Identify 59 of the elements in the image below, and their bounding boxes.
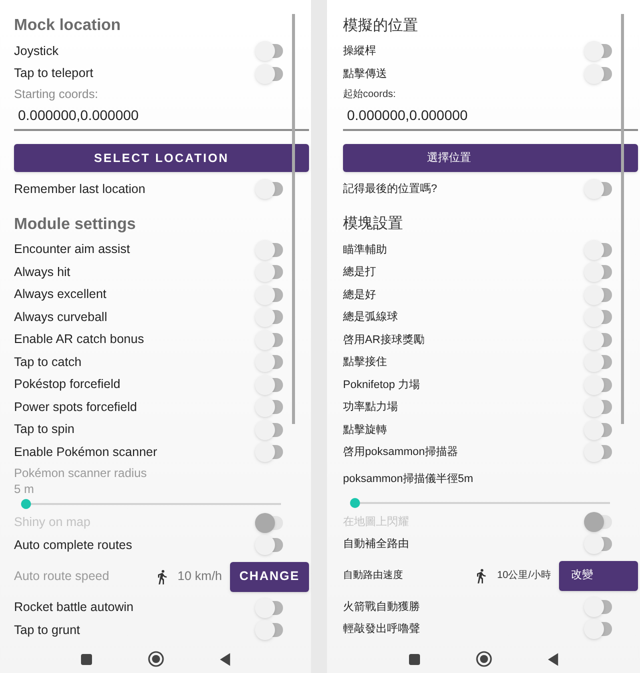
setting-label: 火箭戰自動獲勝: [343, 600, 420, 614]
section-header: 模擬的位置: [343, 16, 419, 36]
home-icon[interactable]: [148, 651, 164, 667]
setting-label: Tap to spin: [14, 421, 74, 438]
setting-label: 點擊傳送: [343, 66, 387, 82]
field-label: Starting coords:: [14, 86, 100, 103]
setting-label: 啓用AR接球獎勵: [343, 332, 424, 348]
change-button[interactable]: 改變: [559, 560, 638, 590]
back-icon[interactable]: [548, 652, 558, 666]
speed-value: 10 km/h: [178, 568, 222, 586]
setting-label: Enable AR catch bonus: [14, 331, 144, 348]
setting-label: 記得最後的位置嗎?: [343, 182, 438, 197]
select-location-button[interactable]: SELECT LOCATION: [14, 144, 309, 172]
setting-label: Auto complete routes: [14, 536, 132, 554]
back-icon[interactable]: [220, 652, 230, 666]
section-header: 模塊設置: [343, 214, 404, 234]
setting-label: Rocket battle autowin: [14, 599, 134, 616]
setting-label: 自動路由速度: [343, 568, 404, 583]
setting-label: 總是打: [343, 265, 376, 280]
setting-label: Joystick: [14, 42, 58, 60]
setting-label: Always excellent: [14, 286, 106, 304]
home-icon[interactable]: [476, 651, 492, 667]
slider-label: poksammon掃描儀半徑5m: [343, 472, 474, 487]
setting-label: 自動補全路由: [343, 537, 409, 552]
stop-icon[interactable]: [80, 654, 92, 664]
setting-label: Tap to catch: [14, 354, 82, 371]
setting-label: Power spots forcefield: [14, 398, 137, 416]
stop-icon[interactable]: [408, 654, 420, 664]
setting-label: Tap to teleport: [14, 65, 94, 82]
setting-label: 操縱桿: [343, 44, 376, 59]
setting-label: 點擊旋轉: [343, 422, 387, 438]
coords-field[interactable]: 0.000000,0.000000: [14, 103, 309, 131]
coords-field[interactable]: 0.000000,0.000000: [343, 103, 638, 131]
setting-label: 啓用poksammon掃描器: [343, 445, 458, 460]
slider-thumb[interactable]: [21, 498, 31, 508]
field-label: 起始coords:: [343, 88, 397, 102]
section-header: Module settings: [14, 214, 137, 234]
setting-label: Always curveball: [14, 308, 108, 326]
setting-label: Enable Pokémon scanner: [14, 444, 158, 461]
setting-label: Tap to grunt: [14, 622, 80, 639]
setting-label: 總是弧線球: [343, 310, 398, 325]
slider-label: Pokémon scanner radius: [14, 464, 148, 480]
setting-label: Poknifetop 力場: [343, 378, 420, 392]
select-location-button[interactable]: 選擇位置: [343, 144, 638, 172]
speed-value: 10公里/小時: [497, 568, 551, 583]
setting-label: 輕敲發出呼嚕聲: [343, 622, 420, 637]
slider-thumb[interactable]: [350, 498, 360, 508]
setting-label: Always hit: [14, 264, 70, 281]
setting-label: Remember last location: [14, 180, 146, 198]
setting-label: 點擊接住: [343, 354, 387, 370]
change-button[interactable]: CHANGE: [230, 562, 309, 592]
setting-label: Auto route speed: [14, 568, 110, 586]
slider-value: 5 m: [14, 480, 36, 496]
setting-label: Encounter aim assist: [14, 241, 130, 258]
setting-label: 瞄準輔助: [343, 242, 387, 258]
setting-label: Pokéstop forcefield: [14, 376, 120, 394]
section-header: Mock location: [14, 16, 122, 36]
setting-label: 總是好: [343, 288, 376, 302]
setting-label: 功率點力場: [343, 400, 398, 415]
